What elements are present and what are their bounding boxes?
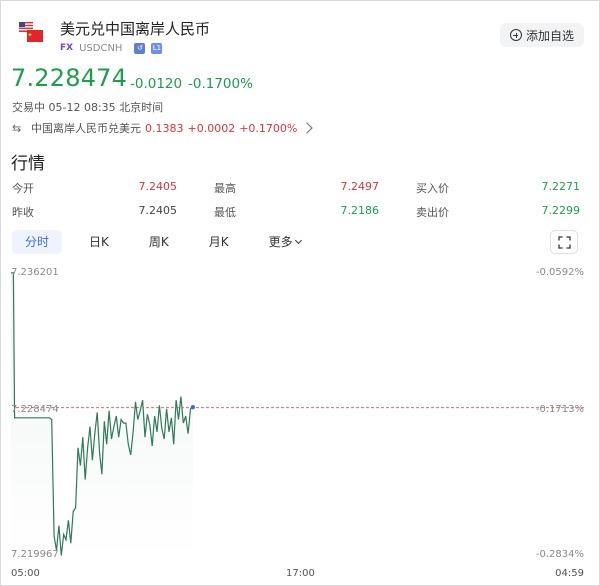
swap-arrows-icon: ⇆ (12, 121, 22, 135)
us-cn-flag-icon (18, 21, 43, 42)
tab-daily[interactable]: 日K (76, 230, 122, 254)
bid-value: 7.2271 (541, 180, 581, 193)
cross-pair-link[interactable]: ⇆ 中国离岸人民币兑美元 0.1383 +0.0002 +0.1700% (12, 121, 314, 135)
y-right-tick-label: -0.2834% (535, 549, 584, 560)
y-left-tick-label: 7.236201 (11, 267, 59, 278)
market-tag: FX (60, 43, 74, 53)
delay-badge-icon: ↺ (134, 42, 146, 54)
low-label: 最低 (214, 206, 236, 219)
x-tick-label: 05:00 (11, 568, 40, 579)
add-watchlist-label: 添加自选 (525, 28, 574, 43)
tab-monthly[interactable]: 月K (196, 230, 242, 254)
fullscreen-button[interactable] (550, 230, 578, 254)
plus-circle-icon (509, 29, 522, 41)
market-section-title: 行情 (11, 154, 45, 174)
price-change-percent: -0.1700% (188, 76, 253, 92)
prev-close-label: 昨收 (12, 206, 34, 219)
last-price-point (190, 404, 196, 410)
price-change: -0.0120 (130, 76, 183, 92)
high-value: 7.2497 (340, 180, 380, 193)
instrument-code: USDCNH (79, 42, 123, 54)
quote-row: 今开 7.2405 最高 7.2497 买入价 7.2271 (0, 180, 600, 196)
y-left-tick-label: 7.228474 (11, 404, 59, 415)
level1-badge-icon: L1 (151, 42, 163, 54)
open-label: 今开 (12, 182, 34, 195)
chevron-right-icon (301, 122, 314, 134)
x-tick-label: 17:00 (286, 568, 315, 579)
instrument-tags: FX USDCNH ↺ L1 (60, 41, 163, 55)
tab-intraday[interactable]: 分时 (12, 230, 63, 254)
chart-period-tabs: 分时 日K 周K 月K 更多 (12, 230, 328, 254)
y-left-tick-label: 7.219967 (11, 549, 59, 560)
intraday-chart[interactable]: 7.236201 7.228474 7.219967 -0.0592% -0.1… (0, 262, 600, 586)
x-tick-label: 04:59 (555, 568, 584, 579)
fullscreen-icon (558, 236, 571, 249)
prev-close-value: 7.2405 (138, 204, 178, 217)
high-label: 最高 (214, 182, 236, 195)
add-watchlist-button[interactable]: 添加自选 (500, 23, 584, 47)
cross-pair-change-percent: +0.1700% (239, 121, 298, 135)
chevron-down-icon (294, 236, 302, 245)
cross-pair-change: +0.0002 (187, 121, 236, 135)
instrument-header: 美元兑中国离岸人民币 FX USDCNH ↺ L1 添加自选 (0, 0, 600, 62)
instrument-name: 美元兑中国离岸人民币 (60, 20, 211, 38)
cross-pair-name: 中国离岸人民币兑美元 (31, 122, 141, 135)
bid-label: 买入价 (416, 182, 449, 195)
trading-status: 交易中 05-12 08:35 北京时间 (12, 101, 164, 114)
quote-row: 昨收 7.2405 最低 7.2186 卖出价 7.2299 (0, 204, 600, 220)
open-value: 7.2405 (138, 180, 178, 193)
last-price: 7.228474 (11, 64, 128, 92)
ask-label: 卖出价 (416, 206, 449, 219)
intraday-chart-svg (11, 272, 585, 558)
tab-more-label: 更多 (268, 235, 293, 249)
tab-weekly[interactable]: 周K (136, 230, 182, 254)
ask-value: 7.2299 (541, 204, 581, 217)
low-value: 7.2186 (340, 204, 380, 217)
tab-more[interactable]: 更多 (256, 230, 314, 254)
y-right-tick-label: -0.1713% (535, 404, 584, 415)
cross-pair-price: 0.1383 (145, 121, 184, 135)
y-right-tick-label: -0.0592% (535, 267, 584, 278)
